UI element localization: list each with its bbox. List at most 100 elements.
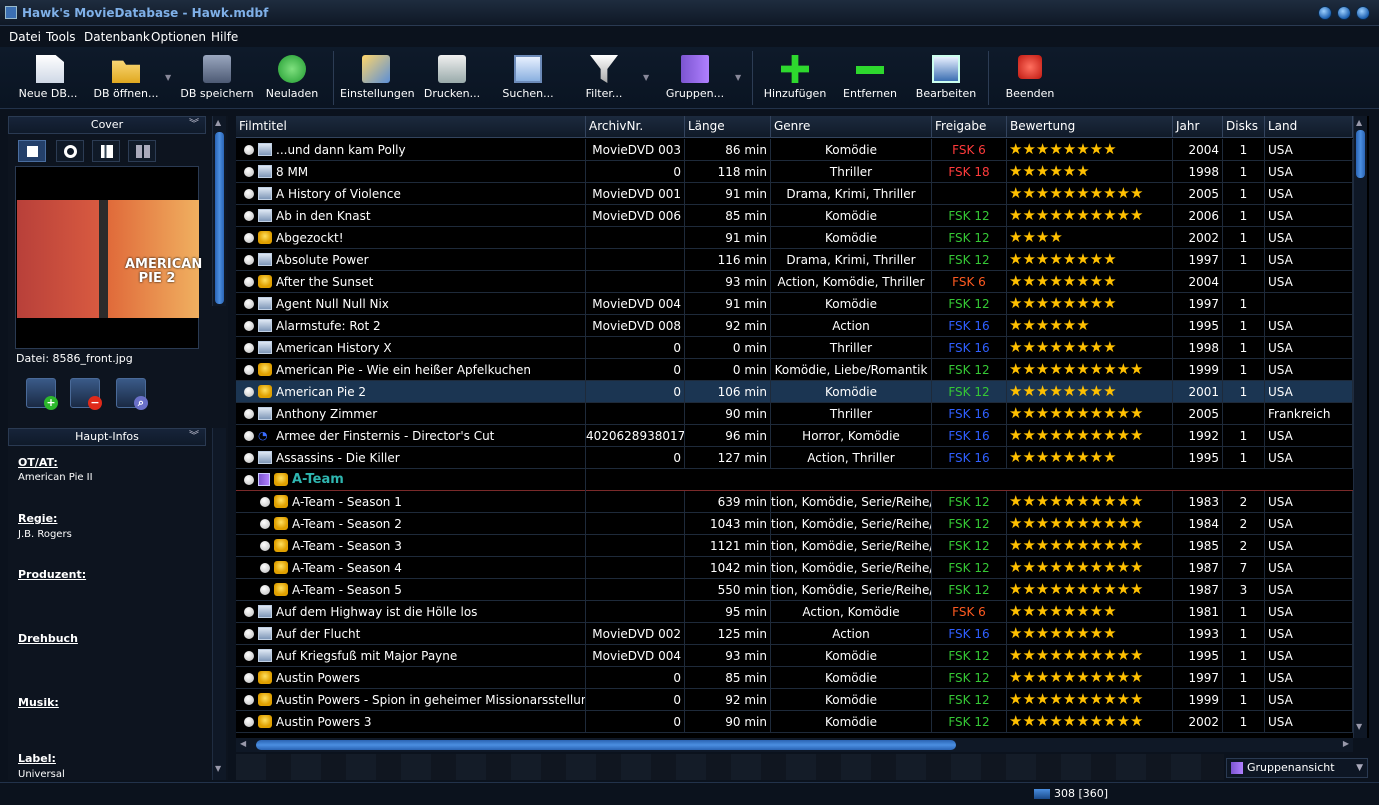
add-button[interactable]: Hinzufügen (760, 47, 830, 109)
col-freigabe[interactable]: Freigabe (932, 116, 1007, 138)
row-select-radio[interactable] (244, 167, 254, 177)
row-select-radio[interactable] (244, 145, 254, 155)
row-select-radio[interactable] (244, 365, 254, 375)
table-row[interactable]: Auf der Flucht MovieDVD 002 125 min Action F… (236, 623, 1353, 645)
scroll-down-icon[interactable]: ▼ (1356, 722, 1362, 731)
cover-panel-scrollbar[interactable]: ▲ (212, 116, 226, 306)
table-row[interactable]: After the Sunset 93 min Action, Komödie, T… (236, 271, 1353, 293)
scrollbar-thumb[interactable] (256, 740, 956, 750)
table-row[interactable]: American History X 00 min Thriller FSK 16 ★★… (236, 337, 1353, 359)
row-select-radio[interactable] (244, 387, 254, 397)
table-row[interactable]: A History of Violence MovieDVD 001 91 min D… (236, 183, 1353, 205)
save-db-button[interactable]: DB speichern (180, 47, 254, 109)
table-row[interactable]: Ab in den Knast MovieDVD 006 85 min Komödie… (236, 205, 1353, 227)
search-button[interactable]: Suchen... (494, 47, 562, 109)
edit-button[interactable]: Bearbeiten (912, 47, 980, 109)
group-view-select[interactable]: Gruppenansicht ▼ (1226, 758, 1368, 778)
row-select-radio[interactable] (244, 431, 254, 441)
open-db-button[interactable]: DB öffnen... (90, 47, 162, 109)
scroll-left-icon[interactable]: ◀ (240, 739, 246, 748)
table-row[interactable]: Austin Powers 0 85 min Komödie FSK 12 ★★★★★★★… (236, 667, 1353, 689)
row-select-radio[interactable] (244, 211, 254, 221)
row-select-radio[interactable] (260, 519, 270, 529)
row-select-radio[interactable] (260, 563, 270, 573)
collapse-icon[interactable]: ︾ (189, 429, 199, 445)
menu-datenbank[interactable]: Datenbank (84, 30, 150, 44)
col-bewertung[interactable]: Bewertung (1007, 116, 1173, 138)
cover-panel-header[interactable]: Cover ︾ (8, 116, 206, 134)
menu-hilfe[interactable]: Hilfe (211, 30, 238, 44)
row-select-radio[interactable] (244, 717, 254, 727)
table-row[interactable]: A-Team - Season 2 1043 min tion, Komödie, … (236, 513, 1353, 535)
col-disks[interactable]: Disks (1223, 116, 1265, 138)
remove-cover-button[interactable]: − (70, 378, 102, 410)
table-row[interactable]: ...und dann kam Polly MovieDVD 003 86 min K… (236, 139, 1353, 161)
table-row[interactable]: Alarmstufe: Rot 2 MovieDVD 008 92 min Actio… (236, 315, 1353, 337)
col-laenge[interactable]: Länge (685, 116, 771, 138)
row-select-radio[interactable] (244, 695, 254, 705)
table-row[interactable]: A-Team - Season 4 1042 min tion, Komödie, … (236, 557, 1353, 579)
table-vertical-scrollbar[interactable]: ▲ ▼ (1353, 116, 1367, 738)
scroll-down-icon[interactable]: ▼ (215, 764, 221, 773)
table-row[interactable]: Anthony Zimmer 90 min Thriller FSK 16 ★★★★★★… (236, 403, 1353, 425)
table-row[interactable]: ◔ Armee der Finsternis - Director's Cut 40… (236, 425, 1353, 447)
collapse-icon[interactable]: ︾ (189, 117, 199, 133)
scrollbar-thumb[interactable] (1356, 130, 1365, 178)
filter-dropdown[interactable]: ▼ (640, 47, 654, 109)
table-row[interactable]: Abgezockt! 91 min Komödie FSK 12 ★★★★ 2002 1 US… (236, 227, 1353, 249)
minimize-button[interactable] (1318, 6, 1332, 20)
col-jahr[interactable]: Jahr (1173, 116, 1223, 138)
table-row[interactable]: Absolute Power 116 min Drama, Krimi, Thril… (236, 249, 1353, 271)
new-db-button[interactable]: Neue DB... (14, 47, 82, 109)
col-land[interactable]: Land (1265, 116, 1353, 138)
row-select-radio[interactable] (244, 453, 254, 463)
row-select-radio[interactable] (260, 497, 270, 507)
table-row[interactable]: Austin Powers 3 0 90 min Komödie FSK 12 ★★★★★… (236, 711, 1353, 733)
table-row[interactable]: American Pie 2 0 106 min Komödie FSK 12 ★★★★★… (236, 381, 1353, 403)
maximize-button[interactable] (1337, 6, 1351, 20)
row-select-radio[interactable] (244, 409, 254, 419)
row-select-radio[interactable] (244, 607, 254, 617)
table-row[interactable]: Assassins - Die Killer 0 127 min Action, Th… (236, 447, 1353, 469)
row-select-radio[interactable] (244, 343, 254, 353)
col-genre[interactable]: Genre (771, 116, 932, 138)
row-select-radio[interactable] (244, 475, 254, 485)
info-panel-header[interactable]: Haupt-Infos ︾ (8, 428, 206, 446)
cover-disc-view-button[interactable] (56, 140, 84, 162)
settings-button[interactable]: Einstellungen (340, 47, 415, 109)
row-select-radio[interactable] (260, 585, 270, 595)
table-row[interactable]: A-Team - Season 3 1121 min tion, Komödie, … (236, 535, 1353, 557)
close-button[interactable] (1356, 6, 1370, 20)
col-archivnr[interactable]: ArchivNr. (586, 116, 685, 138)
table-row[interactable]: 8 MM 0 118 min Thriller FSK 18 ★★★★★★ 1998 1 USA (236, 161, 1353, 183)
table-row[interactable]: Auf dem Highway ist die Hölle los 95 min A… (236, 601, 1353, 623)
table-row[interactable]: Auf Kriegsfuß mit Major Payne MovieDVD 00… (236, 645, 1353, 667)
scroll-up-icon[interactable]: ▲ (215, 118, 221, 127)
table-row[interactable]: American Pie - Wie ein heißer Apfelkuche… (236, 359, 1353, 381)
row-select-radio[interactable] (244, 233, 254, 243)
print-button[interactable]: Drucken... (418, 47, 486, 109)
menu-optionen[interactable]: Optionen (151, 30, 206, 44)
row-select-radio[interactable] (260, 541, 270, 551)
add-cover-button[interactable]: + (26, 378, 58, 410)
row-select-radio[interactable] (244, 321, 254, 331)
row-select-radio[interactable] (244, 189, 254, 199)
scrollbar-thumb[interactable] (215, 132, 224, 304)
row-select-radio[interactable] (244, 673, 254, 683)
table-row[interactable]: A-Team - Season 1 639 min tion, Komödie, S… (236, 491, 1353, 513)
row-select-radio[interactable] (244, 629, 254, 639)
group-row[interactable]: A-Team (236, 469, 1353, 491)
table-row[interactable]: Agent Null Null Nix MovieDVD 004 91 min Kom… (236, 293, 1353, 315)
table-row[interactable]: Austin Powers - Spion in geheimer Missio… (236, 689, 1353, 711)
row-select-radio[interactable] (244, 651, 254, 661)
cover-back-view-button[interactable] (92, 140, 120, 162)
remove-button[interactable]: Entfernen (836, 47, 904, 109)
col-filmtitel[interactable]: Filmtitel (236, 116, 586, 138)
view-cover-button[interactable]: ⌕ (116, 378, 148, 410)
row-select-radio[interactable] (244, 299, 254, 309)
row-select-radio[interactable] (244, 277, 254, 287)
table-horizontal-scrollbar[interactable]: ◀ ▶ (236, 738, 1353, 752)
open-db-dropdown[interactable]: ▼ (162, 47, 176, 109)
reload-button[interactable]: Neuladen (258, 47, 326, 109)
row-select-radio[interactable] (244, 255, 254, 265)
